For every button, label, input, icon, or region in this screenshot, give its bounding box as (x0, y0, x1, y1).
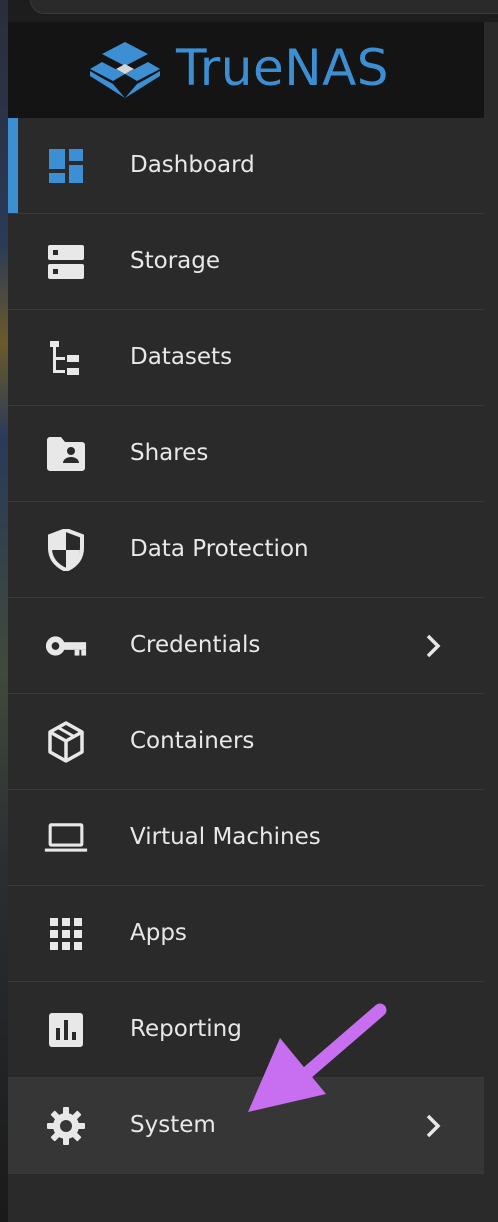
shield-icon (44, 529, 88, 571)
sidebar-item-virtual-machines[interactable]: Virtual Machines (8, 790, 484, 886)
sidebar-item-label: Shares (130, 440, 209, 466)
chevron-right-icon (426, 1114, 441, 1138)
sidebar-item-label: Apps (130, 920, 187, 946)
sidebar-item-label: System (130, 1112, 216, 1138)
laptop-icon (44, 817, 88, 859)
sidebar-item-label: Virtual Machines (130, 824, 321, 850)
dashboard-icon (44, 145, 88, 187)
sidebar-item-label: Storage (130, 248, 220, 274)
sidebar-item-label: Dashboard (130, 152, 255, 178)
apps-grid-icon (44, 913, 88, 955)
sidebar-item-label: Data Protection (130, 536, 309, 562)
sidebar-item-storage[interactable]: Storage (8, 214, 484, 310)
arrow-pointer-icon (248, 1003, 387, 1112)
sidebar-item-label: Credentials (130, 632, 261, 658)
sidebar-item-label: Datasets (130, 344, 233, 370)
brand-name: TrueNAS (176, 39, 390, 97)
brand-header[interactable]: TrueNAS (8, 22, 484, 118)
datasets-icon (44, 337, 88, 379)
sidebar-item-data-protection[interactable]: Data Protection (8, 502, 484, 598)
sidebar-item-shares[interactable]: Shares (8, 406, 484, 502)
top-bar (8, 0, 498, 22)
sidebar-item-containers[interactable]: Containers (8, 694, 484, 790)
storage-icon (44, 241, 88, 283)
sidebar-item-dashboard[interactable]: Dashboard (8, 118, 484, 214)
top-pill (30, 0, 498, 14)
sidebar-item-label: Containers (130, 728, 255, 754)
sidebar-item-datasets[interactable]: Datasets (8, 310, 484, 406)
wallpaper-strip (0, 0, 8, 1222)
bar-chart-icon (44, 1009, 88, 1051)
shares-folder-icon (44, 433, 88, 475)
truenas-logo-icon (90, 42, 160, 98)
key-icon (44, 625, 88, 667)
chevron-right-icon (426, 634, 441, 658)
sidebar-item-label: Reporting (130, 1016, 242, 1042)
gear-icon (44, 1105, 88, 1147)
sidebar-item-apps[interactable]: Apps (8, 886, 484, 982)
sidebar-item-credentials[interactable]: Credentials (8, 598, 484, 694)
cube-icon (44, 721, 88, 763)
